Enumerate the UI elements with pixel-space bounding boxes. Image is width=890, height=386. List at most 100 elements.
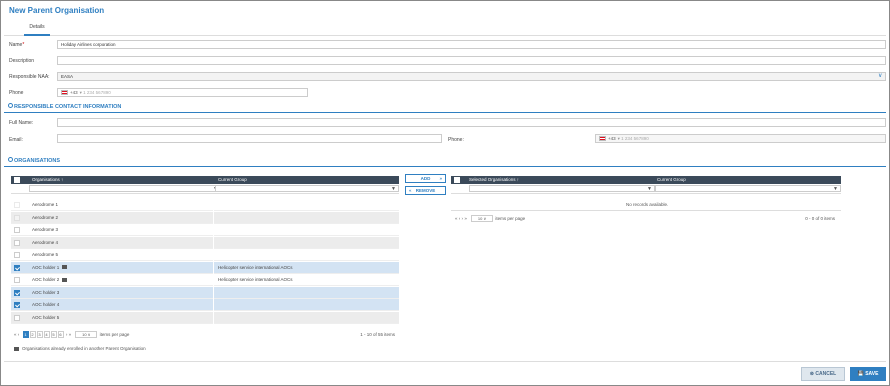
row-checkbox[interactable] <box>14 289 20 296</box>
legend-text: Organisations already enrolled in anothe… <box>22 346 146 351</box>
organisation-name: Aerodrome 3 <box>32 227 59 232</box>
table-row[interactable]: Aerodrome 3 <box>11 224 399 236</box>
row-checkbox[interactable] <box>14 264 20 271</box>
first-page-icon[interactable]: « <box>455 216 458 221</box>
page-button[interactable]: 4 <box>43 331 50 338</box>
description-label: Description <box>9 58 35 64</box>
filter-icon[interactable]: ▼ <box>391 186 396 192</box>
column-organisations[interactable]: Organisations ↑ <box>32 177 63 182</box>
row-checkbox[interactable] <box>14 302 20 308</box>
column-divider <box>213 199 214 211</box>
selected-pager: « ‹ › » 10 ∨ items per page 0 - 0 of 0 i… <box>455 215 841 222</box>
organisations-filter-row: ▼ ▼ <box>11 184 399 194</box>
email-label: Email: <box>9 137 23 143</box>
filter-icon[interactable]: ▼ <box>647 186 652 192</box>
fullname-label: Full Name: <box>9 120 34 126</box>
group-filter-input[interactable]: ▼ <box>215 185 399 192</box>
table-row[interactable]: Aerodrome 5 <box>11 249 399 261</box>
organisation-name: AOC holder 3 <box>32 289 60 295</box>
remove-button[interactable]: « REMOVE <box>405 186 446 195</box>
items-per-page-label: items per page <box>99 332 130 337</box>
prev-page-icon[interactable]: ‹ <box>459 216 461 221</box>
naa-select[interactable]: EASA <box>57 72 886 81</box>
table-row[interactable]: AOC holder 2 Helicopter service internati… <box>11 274 399 286</box>
row-checkbox[interactable] <box>14 252 20 258</box>
table-row[interactable]: AOC holder 5 <box>11 311 399 324</box>
next-page-icon[interactable]: › <box>66 332 68 337</box>
column-divider <box>213 249 214 261</box>
table-row[interactable]: Aerodrome 2 <box>11 211 399 224</box>
column-selected-organisations[interactable]: Selected Organisations ↑ <box>469 177 519 182</box>
column-divider <box>213 224 214 236</box>
phone-prefix: +43 <box>70 90 78 95</box>
contact-phone-input[interactable]: +43 ▾ 1 234 567890 <box>595 134 886 143</box>
building-icon <box>14 346 19 351</box>
last-page-icon[interactable]: » <box>69 332 72 337</box>
name-label: Name* <box>9 42 25 48</box>
tab-details[interactable]: Details <box>24 24 50 36</box>
column-divider <box>213 211 214 224</box>
email-input[interactable] <box>57 134 442 143</box>
select-all-checkbox[interactable] <box>14 177 20 183</box>
table-row[interactable]: AOC holder 3 <box>11 286 399 299</box>
organisation-name: AOC holder 5 <box>32 314 60 320</box>
page-button[interactable]: 3 <box>36 331 43 338</box>
page-button[interactable]: 5 <box>50 331 57 338</box>
table-row[interactable]: AOC holder 4 <box>11 299 399 311</box>
collapse-icon[interactable] <box>8 103 13 109</box>
organisations-filter-input[interactable]: ▼ <box>29 185 221 192</box>
name-input[interactable]: Holiday Airlines corporation <box>57 40 886 49</box>
chevron-down-icon[interactable]: ∨ <box>878 72 882 79</box>
phone-placeholder: 1 234 567890 <box>83 90 111 95</box>
table-row[interactable]: AOC holder 1 Helicopter service internati… <box>11 261 399 274</box>
legend: Organisations already enrolled in anothe… <box>14 346 146 351</box>
column-divider <box>213 274 214 286</box>
current-group: Helicopter service international AOCs <box>218 277 293 282</box>
prev-page-icon[interactable]: ‹ <box>18 332 20 337</box>
row-checkbox[interactable] <box>14 214 20 221</box>
section-divider <box>4 166 886 167</box>
collapse-icon[interactable] <box>8 157 13 163</box>
row-checkbox[interactable] <box>14 239 20 246</box>
organisation-name: Aerodrome 4 <box>32 239 59 245</box>
building-icon <box>62 265 68 270</box>
row-checkbox[interactable] <box>14 314 20 321</box>
table-row[interactable]: Aerodrome 1 <box>11 199 399 211</box>
row-checkbox[interactable] <box>14 277 20 283</box>
cancel-button[interactable]: ⊗ CANCEL <box>801 367 845 381</box>
select-all-selected-checkbox[interactable] <box>454 177 460 183</box>
save-button[interactable]: 💾 SAVE <box>850 367 886 381</box>
last-page-icon[interactable]: » <box>464 216 467 221</box>
contact-section-title[interactable]: RESPONSIBLE CONTACT INFORMATION <box>8 103 121 110</box>
building-icon <box>62 277 68 282</box>
organisations-grid-header: Organisations ↑ Current Group <box>11 176 399 184</box>
page-size-select[interactable]: 10 ∨ <box>471 215 494 222</box>
row-checkbox[interactable] <box>14 202 20 208</box>
organisations-section-title[interactable]: ORGANISATIONS <box>8 157 60 164</box>
page-title: New Parent Organisation <box>9 6 105 15</box>
first-page-icon[interactable]: « <box>14 332 17 337</box>
table-row[interactable]: Aerodrome 4 <box>11 236 399 249</box>
description-input[interactable] <box>57 56 886 65</box>
page-button[interactable]: 2 <box>29 331 36 338</box>
organisation-name: Aerodrome 2 <box>32 214 59 220</box>
page-button[interactable]: 1 <box>22 331 29 338</box>
column-current-group[interactable]: Current Group <box>218 177 247 182</box>
footer-divider <box>4 361 886 362</box>
column-divider <box>213 286 214 299</box>
row-checkbox[interactable] <box>14 227 20 233</box>
next-page-icon[interactable]: › <box>462 216 464 221</box>
selected-filter-input[interactable]: ▼ <box>469 185 655 192</box>
page-size-select[interactable]: 10 ∨ <box>75 331 98 338</box>
column-divider <box>213 311 214 324</box>
page-button[interactable]: 6 <box>57 331 64 338</box>
items-range: 0 - 0 of 0 items <box>805 216 835 221</box>
selected-group-filter-input[interactable]: ▼ <box>655 185 841 192</box>
fullname-input[interactable] <box>57 118 886 127</box>
items-per-page-label: items per page <box>495 216 526 221</box>
filter-icon[interactable]: ▼ <box>833 186 838 192</box>
column-current-group[interactable]: Current Group <box>657 177 686 182</box>
phone-input[interactable]: +43 ▾ 1 234 567890 <box>57 88 308 97</box>
organisation-name: AOC holder 2 <box>32 277 68 282</box>
add-button[interactable]: ADD » <box>405 174 446 183</box>
